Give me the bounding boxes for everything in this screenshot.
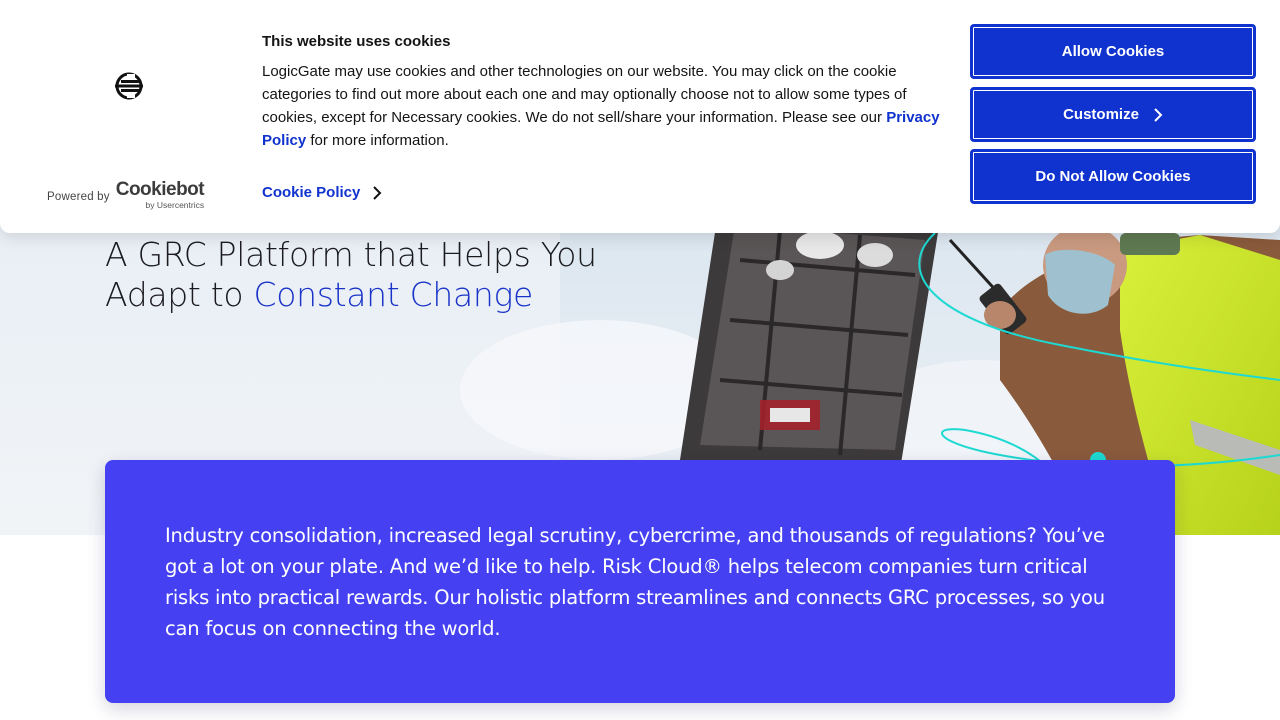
customize-label: Customize — [1063, 106, 1139, 123]
chevron-right-icon — [373, 185, 382, 200]
cookiebot-logo: Cookiebot by Usercentrics — [115, 179, 205, 211]
powered-by-label: Powered by — [47, 191, 110, 203]
hero-heading-line2-prefix: Adapt to — [105, 275, 254, 314]
info-card: Industry consolidation, increased legal … — [105, 460, 1175, 703]
info-card-text: Industry consolidation, increased legal … — [165, 524, 1105, 640]
hero-heading-line1: A GRC Platform that Helps You — [105, 235, 597, 274]
allow-cookies-label: Allow Cookies — [1061, 43, 1165, 60]
allow-cookies-button[interactable]: Allow Cookies — [970, 24, 1256, 79]
cookie-banner-text-end: for more information. — [306, 132, 449, 149]
customize-button[interactable]: Customize — [970, 87, 1256, 142]
powered-by-cookiebot[interactable]: Powered by Cookiebot by Usercentrics — [47, 179, 205, 211]
do-not-allow-cookies-button[interactable]: Do Not Allow Cookies — [970, 149, 1256, 204]
hero-heading: A GRC Platform that Helps You Adapt to C… — [105, 235, 665, 315]
cookiebot-sub: by Usercentrics — [145, 200, 205, 210]
chevron-right-icon — [1154, 107, 1163, 122]
cookie-policy-label: Cookie Policy — [262, 184, 361, 201]
cookie-policy-link[interactable]: Cookie Policy — [262, 184, 382, 201]
cookie-banner-text: LogicGate may use cookies and other tech… — [262, 63, 907, 126]
cookie-banner-body: LogicGate may use cookies and other tech… — [262, 60, 952, 152]
cookie-consent-banner: Powered by Cookiebot by Usercentrics Thi… — [0, 0, 1280, 233]
logicgate-logo-icon — [115, 72, 143, 100]
cookie-banner-title: This website uses cookies — [262, 33, 451, 50]
cookiebot-name: Cookiebot — [115, 179, 205, 200]
hero-heading-accent: Constant Change — [253, 275, 534, 314]
do-not-allow-cookies-label: Do Not Allow Cookies — [1035, 168, 1191, 185]
